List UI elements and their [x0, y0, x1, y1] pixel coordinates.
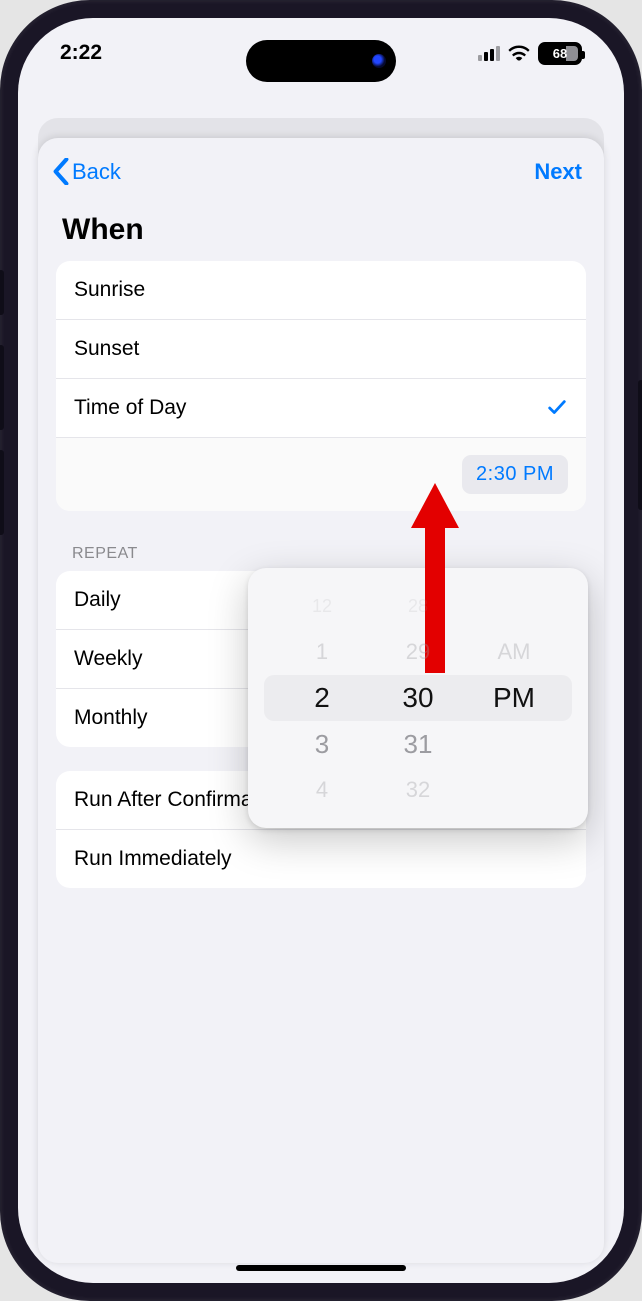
battery-percent: 68 [553, 46, 567, 61]
option-label: Sunset [74, 337, 139, 361]
mute-switch [0, 270, 4, 315]
time-value-row[interactable]: 2:30 PM [56, 438, 586, 511]
automation-when-sheet: Back Next When Sunrise Sunset Time of Da… [38, 138, 604, 1263]
option-label: Daily [74, 588, 121, 612]
back-button[interactable]: Back [52, 158, 121, 185]
hour-wheel[interactable]: 12 1 2 3 4 [274, 568, 370, 828]
minute-wheel[interactable]: 28 29 30 31 32 [370, 568, 466, 828]
dynamic-island [246, 40, 396, 82]
battery-icon: 68 [538, 42, 582, 65]
home-indicator[interactable] [236, 1265, 406, 1271]
chevron-left-icon [52, 158, 70, 185]
front-camera [372, 54, 386, 68]
wifi-icon [508, 45, 530, 61]
repeat-header: REPEAT [38, 535, 604, 571]
checkmark-icon [546, 397, 568, 419]
cellular-icon [478, 45, 500, 61]
back-label: Back [72, 159, 121, 185]
time-chip[interactable]: 2:30 PM [462, 455, 568, 494]
time-picker-popover[interactable]: 12 1 2 3 4 28 29 30 31 32 AM PM [248, 568, 588, 828]
option-label: Time of Day [74, 396, 186, 420]
option-label: Weekly [74, 647, 142, 671]
nav-bar: Back Next [38, 138, 604, 193]
next-button[interactable]: Next [534, 159, 582, 185]
option-sunset[interactable]: Sunset [56, 320, 586, 379]
status-time: 2:22 [60, 41, 102, 65]
when-group: Sunrise Sunset Time of Day 2:30 PM [56, 261, 586, 511]
volume-up-button [0, 345, 4, 430]
power-button [638, 380, 642, 510]
run-immediately[interactable]: Run Immediately [56, 830, 586, 888]
phone-frame: 2:22 68 Back Next [0, 0, 642, 1301]
option-sunrise[interactable]: Sunrise [56, 261, 586, 320]
screen: 2:22 68 Back Next [18, 18, 624, 1283]
page-title: When [38, 193, 604, 261]
option-time-of-day[interactable]: Time of Day [56, 379, 586, 438]
option-label: Run Immediately [74, 847, 232, 871]
status-indicators: 68 [478, 42, 582, 65]
volume-down-button [0, 450, 4, 535]
option-label: Monthly [74, 706, 148, 730]
option-label: Sunrise [74, 278, 145, 302]
period-wheel[interactable]: AM PM [466, 568, 562, 828]
